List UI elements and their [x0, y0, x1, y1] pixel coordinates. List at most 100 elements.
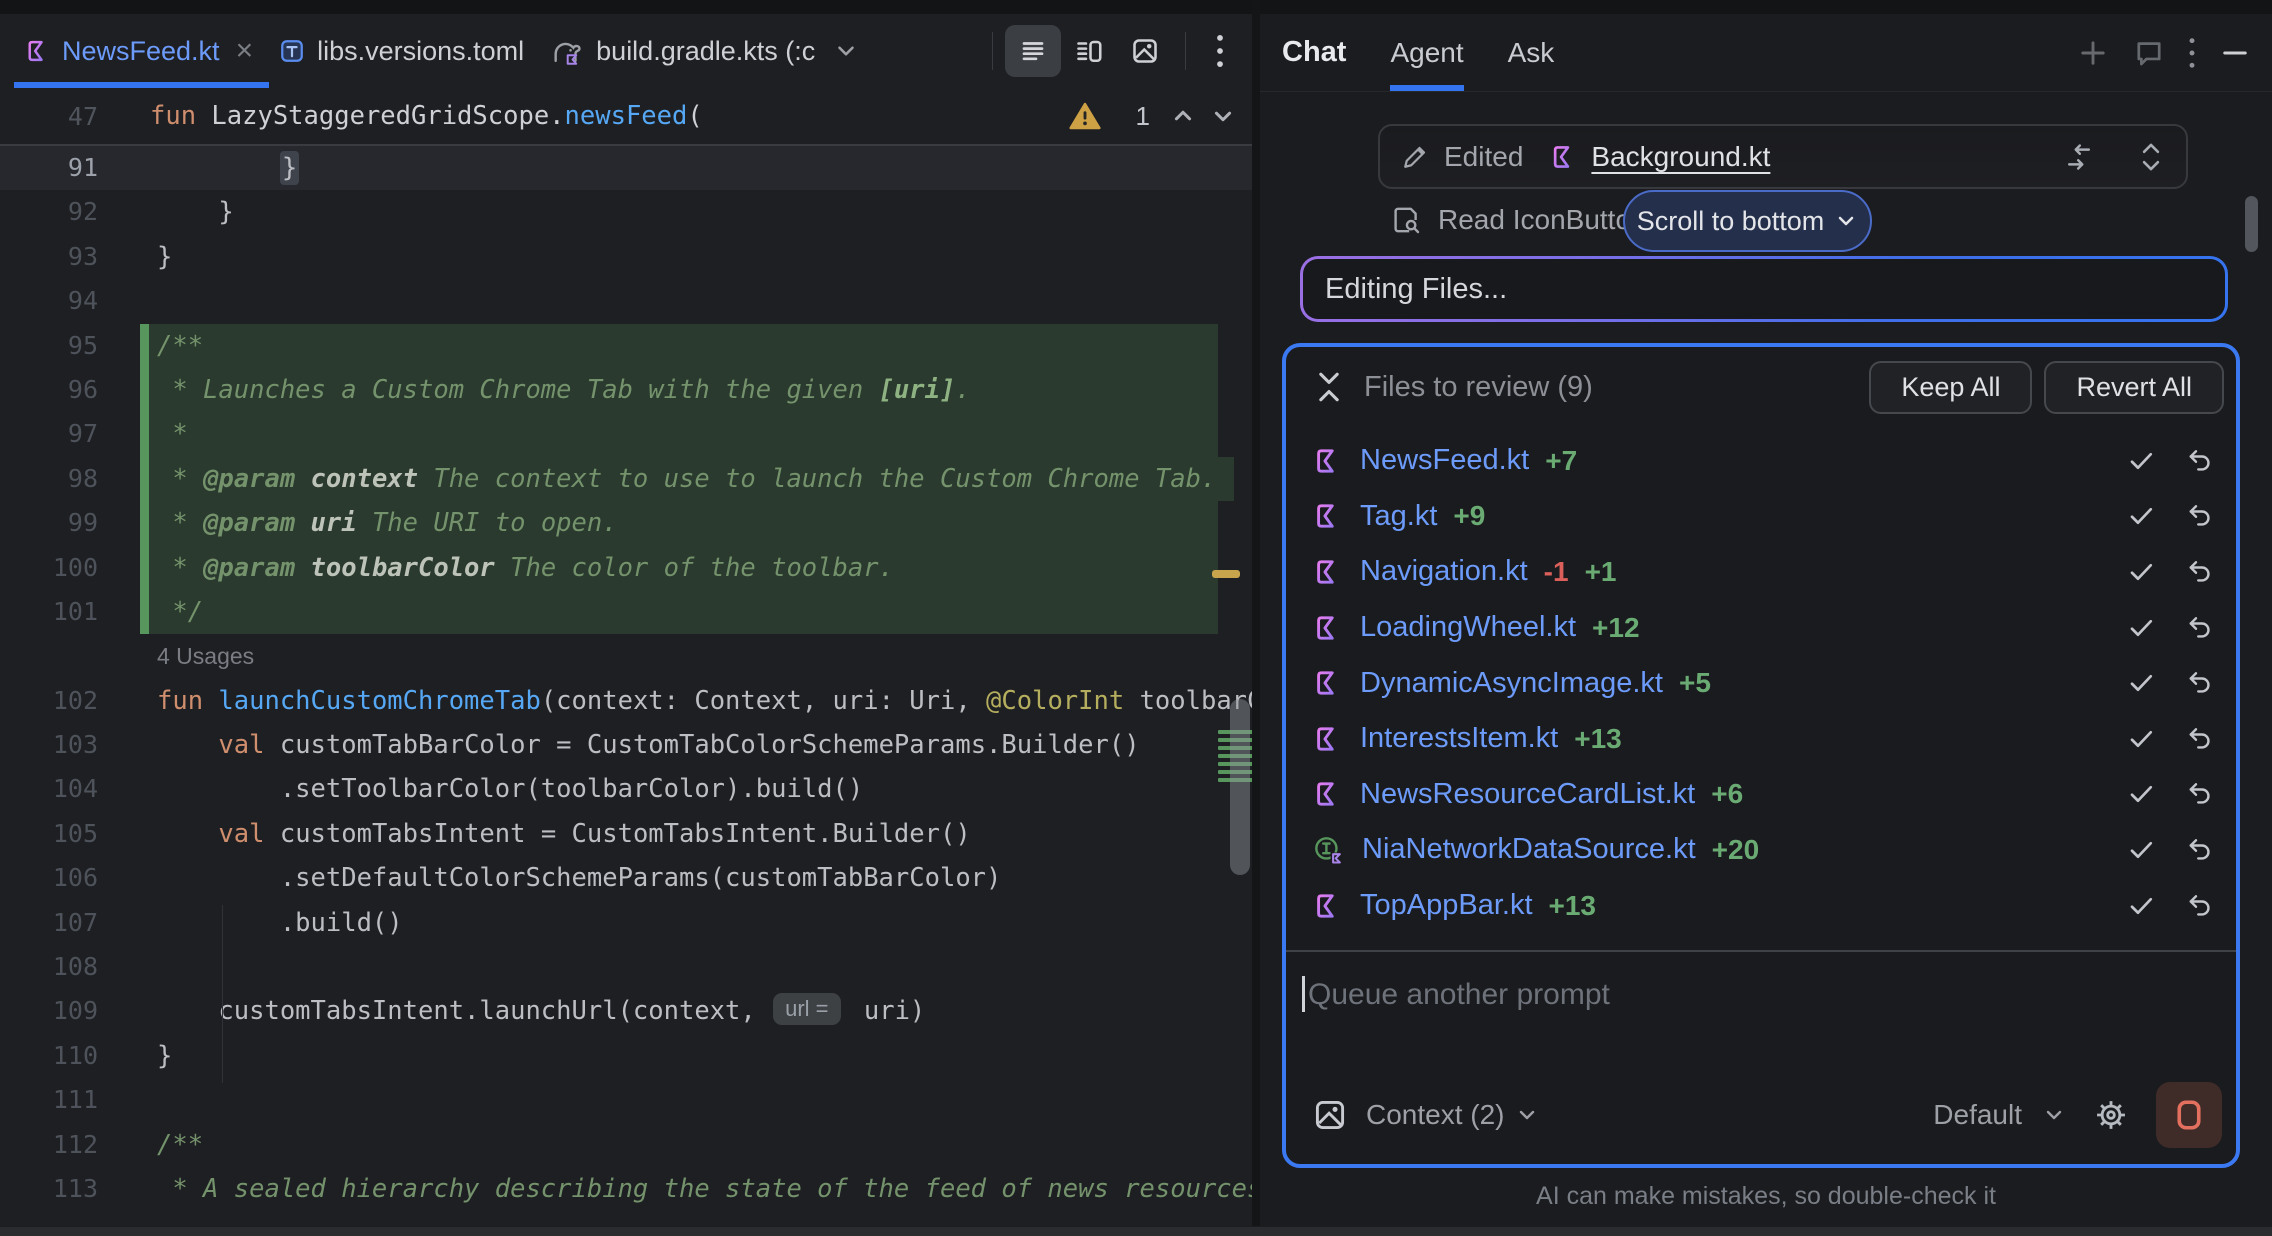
- prev-warning-icon[interactable]: [1168, 101, 1198, 131]
- expand-collapse-icon[interactable]: [2136, 138, 2166, 176]
- line-number[interactable]: 93: [0, 235, 150, 279]
- tab-ask[interactable]: Ask: [1508, 14, 1555, 91]
- revert-file-icon[interactable]: [2184, 891, 2214, 921]
- keep-file-check-icon[interactable]: [2126, 557, 2156, 587]
- file-review-row[interactable]: NewsResourceCardList.kt+6: [1286, 767, 2236, 823]
- code-line[interactable]: 96 * Launches a Custom Chrome Tab with t…: [0, 368, 1252, 412]
- close-tab-icon[interactable]: ×: [236, 36, 254, 66]
- keep-file-check-icon[interactable]: [2126, 613, 2156, 643]
- line-number[interactable]: 101: [0, 590, 150, 634]
- code-line[interactable]: 111: [0, 1078, 1252, 1122]
- tab-newsfeed-kt[interactable]: NewsFeed.kt ×: [14, 14, 269, 88]
- code-line[interactable]: 98 * @param context The context to use t…: [0, 457, 1252, 501]
- file-review-row[interactable]: NiaNetworkDataSource.kt+20: [1286, 822, 2236, 878]
- file-link[interactable]: Navigation.kt: [1360, 555, 1528, 588]
- line-number[interactable]: 109: [0, 989, 150, 1033]
- keep-file-check-icon[interactable]: [2126, 668, 2156, 698]
- sticky-code-line[interactable]: 47 fun LazyStaggeredGridScope.newsFeed( …: [0, 88, 1252, 146]
- revert-file-icon[interactable]: [2184, 501, 2214, 531]
- attach-image-icon[interactable]: [1312, 1097, 1348, 1133]
- keep-file-check-icon[interactable]: [2126, 779, 2156, 809]
- chevron-down-icon[interactable]: [1515, 1103, 1539, 1127]
- keep-file-check-icon[interactable]: [2126, 835, 2156, 865]
- code-line[interactable]: 99 * @param uri The URI to open.: [0, 501, 1252, 545]
- line-number[interactable]: 107: [0, 901, 150, 945]
- tab-agent[interactable]: Agent: [1390, 14, 1463, 91]
- line-number[interactable]: 105: [0, 812, 150, 856]
- code-line[interactable]: 93}: [0, 235, 1252, 279]
- code-line[interactable]: 107 .build(): [0, 901, 1252, 945]
- chevron-down-icon[interactable]: [2042, 1103, 2066, 1127]
- file-review-row[interactable]: Navigation.kt-1+1: [1286, 544, 2236, 600]
- code-line[interactable]: 110}: [0, 1034, 1252, 1078]
- file-link[interactable]: Tag.kt: [1360, 500, 1437, 533]
- code-line[interactable]: 97 *: [0, 412, 1252, 456]
- line-number[interactable]: 92: [0, 190, 150, 234]
- file-link[interactable]: DynamicAsyncImage.kt: [1360, 667, 1663, 700]
- edited-file-card[interactable]: Edited Background.kt: [1378, 124, 2188, 189]
- tab-build-gradle-kts[interactable]: build.gradle.kts (:c: [540, 14, 875, 88]
- code-line[interactable]: 104 .setToolbarColor(toolbarColor).build…: [0, 767, 1252, 811]
- file-link[interactable]: TopAppBar.kt: [1360, 889, 1533, 922]
- code-area[interactable]: 91 }92 }93}9495/**96 * Launches a Custom…: [0, 146, 1252, 1226]
- line-number[interactable]: 99: [0, 501, 150, 545]
- keep-all-button[interactable]: Keep All: [1869, 361, 2032, 414]
- line-number[interactable]: 98: [0, 457, 150, 501]
- code-view-button[interactable]: [1005, 25, 1061, 77]
- file-link[interactable]: InterestsItem.kt: [1360, 722, 1558, 755]
- revert-file-icon[interactable]: [2184, 779, 2214, 809]
- revert-file-icon[interactable]: [2184, 557, 2214, 587]
- revert-file-icon[interactable]: [2184, 613, 2214, 643]
- file-link[interactable]: LoadingWheel.kt: [1360, 611, 1576, 644]
- keep-file-check-icon[interactable]: [2126, 724, 2156, 754]
- code-line[interactable]: 92 }: [0, 190, 1252, 234]
- code-line[interactable]: 105 val customTabsIntent = CustomTabsInt…: [0, 812, 1252, 856]
- panel-title-chat[interactable]: Chat: [1282, 14, 1346, 91]
- line-number[interactable]: 91: [0, 146, 150, 190]
- line-number[interactable]: 97: [0, 412, 150, 456]
- panel-options-kebab-icon[interactable]: [2188, 37, 2196, 69]
- code-line[interactable]: 102fun launchCustomChromeTab(context: Co…: [0, 679, 1252, 723]
- keep-file-check-icon[interactable]: [2126, 891, 2156, 921]
- context-dropdown[interactable]: Context (2): [1366, 1099, 1505, 1131]
- line-number[interactable]: 100: [0, 546, 150, 590]
- code-line[interactable]: 112/**: [0, 1123, 1252, 1167]
- panel-divider[interactable]: [1252, 0, 1260, 1236]
- editor-vertical-scrollbar[interactable]: [1230, 699, 1250, 875]
- file-review-row[interactable]: Tag.kt+9: [1286, 489, 2236, 545]
- settings-gear-icon[interactable]: [2092, 1096, 2130, 1134]
- code-line[interactable]: 95/**: [0, 324, 1252, 368]
- new-chat-icon[interactable]: [2076, 36, 2110, 70]
- code-line[interactable]: 113 * A sealed hierarchy describing the …: [0, 1167, 1252, 1211]
- revert-file-icon[interactable]: [2184, 446, 2214, 476]
- keep-file-check-icon[interactable]: [2126, 501, 2156, 531]
- tab-libs-versions-toml[interactable]: libs.versions.toml: [269, 14, 540, 88]
- line-number[interactable]: 106: [0, 856, 150, 900]
- next-warning-icon[interactable]: [1208, 101, 1238, 131]
- scroll-to-bottom-button[interactable]: Scroll to bottom: [1623, 190, 1872, 252]
- file-review-row[interactable]: TopAppBar.kt+13: [1286, 878, 2236, 934]
- line-number[interactable]: 110: [0, 1034, 150, 1078]
- prompt-area[interactable]: Queue another prompt: [1286, 952, 2236, 1092]
- code-line[interactable]: 109 customTabsIntent.launchUrl(context, …: [0, 989, 1252, 1033]
- line-number[interactable]: 103: [0, 723, 150, 767]
- code-line[interactable]: 91 }: [0, 146, 1252, 190]
- usages-inlay-hint[interactable]: 4 Usages: [0, 634, 1252, 678]
- code-line[interactable]: 106 .setDefaultColorSchemeParams(customT…: [0, 856, 1252, 900]
- file-review-row[interactable]: NewsFeed.kt+7: [1286, 433, 2236, 489]
- chat-history-icon[interactable]: [2132, 36, 2166, 70]
- error-stripe-warning-mark[interactable]: [1212, 570, 1240, 578]
- model-dropdown[interactable]: Default: [1933, 1099, 2022, 1131]
- code-line[interactable]: 108: [0, 945, 1252, 989]
- line-number[interactable]: 95: [0, 324, 150, 368]
- code-line[interactable]: 94: [0, 279, 1252, 323]
- line-number[interactable]: 113: [0, 1167, 150, 1211]
- code-line[interactable]: 101 */: [0, 590, 1252, 634]
- line-number[interactable]: 102: [0, 679, 150, 723]
- edited-file-link[interactable]: Background.kt: [1591, 141, 1770, 173]
- stop-button[interactable]: [2156, 1082, 2222, 1148]
- minimize-panel-icon[interactable]: [2218, 36, 2252, 70]
- code-line[interactable]: 100 * @param toolbarColor The color of t…: [0, 546, 1252, 590]
- line-number[interactable]: [0, 634, 150, 678]
- file-link[interactable]: NewsFeed.kt: [1360, 444, 1529, 477]
